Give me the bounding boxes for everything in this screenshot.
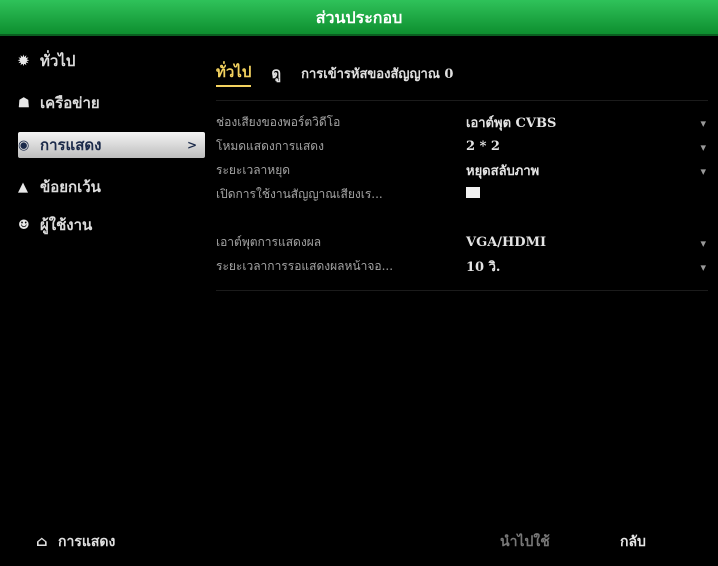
sidebar-item-label: ข้อยกเว้น — [40, 178, 101, 196]
home-label: การแสดง — [58, 534, 116, 550]
checkbox-wrapper — [466, 186, 686, 202]
home-icon: ⌂ — [36, 534, 48, 550]
chevron-right-icon: > — [186, 138, 197, 152]
setting-label: ระยะเวลาการรอแสดงผลหน้าจอ... — [216, 258, 394, 273]
setting-label: ช่องเสียงของพอร์ตวิดีโอ — [216, 114, 341, 129]
setting-screen-wait: ระยะเวลาการรอแสดงผลหน้าจอ... 10 วิ. ▾ — [216, 254, 708, 278]
users-icon: ☻ — [18, 217, 30, 233]
warning-icon: ▲ — [18, 179, 28, 195]
sidebar-item-label: การแสดง — [40, 136, 102, 154]
setting-label: โหมดแสดงการแสดง — [216, 138, 324, 153]
footer-bar: ⌂ การแสดง นำไปใช้ กลับ — [0, 525, 718, 555]
dropdown-arrow-icon[interactable]: ▾ — [700, 117, 706, 130]
back-button[interactable]: กลับ — [620, 531, 646, 553]
window-title: ส่วนประกอบ — [315, 8, 403, 27]
home-button[interactable]: ⌂ การแสดง — [36, 531, 115, 553]
setting-video-output: ช่องเสียงของพอร์ตวิดีโอ เอาต์พุต CVBS ▾ — [216, 110, 708, 134]
setting-display-mode: โหมดแสดงการแสดง 2 * 2 ▾ — [216, 134, 708, 158]
title-bar: ส่วนประกอบ — [0, 0, 718, 36]
sidebar-item-label: ทั่วไป — [40, 52, 76, 70]
dropdown-arrow-icon[interactable]: ▾ — [700, 165, 706, 178]
setting-label: เปิดการใช้งานสัญญาณเสียงเร... — [216, 186, 383, 201]
tab-view[interactable]: ดู — [271, 61, 281, 85]
sidebar-item-label: เครือข่าย — [40, 94, 100, 112]
pause-interval-select[interactable]: หยุดสลับภาพ — [466, 160, 686, 181]
setting-display-output: เอาต์พุตการแสดงผล VGA/HDMI ▾ — [216, 230, 708, 254]
gear-icon: ✹ — [18, 53, 29, 69]
eye-icon: ◉ — [18, 137, 30, 153]
video-output-select[interactable]: เอาต์พุต CVBS — [466, 112, 686, 133]
tab-general[interactable]: ทั่วไป — [216, 60, 252, 87]
setting-audio-enable: เปิดการใช้งานสัญญาณเสียงเร... — [216, 182, 708, 206]
divider — [216, 100, 708, 101]
dropdown-arrow-icon[interactable]: ▾ — [700, 237, 706, 250]
dropdown-arrow-icon[interactable]: ▾ — [700, 141, 706, 154]
sidebar-item-network[interactable]: ☗ เครือข่าย — [18, 90, 203, 116]
sidebar-item-users[interactable]: ☻ ผู้ใช้งาน — [18, 212, 203, 238]
tab-bar: ทั่วไป ดู การเข้ารหัสของสัญญาณ 0 — [216, 60, 473, 87]
dropdown-arrow-icon[interactable]: ▾ — [700, 261, 706, 274]
sidebar-item-display[interactable]: ◉ การแสดง > — [18, 132, 205, 158]
display-mode-select[interactable]: 2 * 2 — [466, 139, 686, 154]
display-output-select[interactable]: VGA/HDMI — [466, 235, 686, 250]
tab-signal-encoding[interactable]: การเข้ารหัสของสัญญาณ 0 — [301, 63, 453, 84]
setting-label: ระยะเวลาหยุด — [216, 162, 291, 177]
network-icon: ☗ — [18, 95, 30, 111]
divider — [216, 290, 708, 291]
setting-label: เอาต์พุตการแสดงผล — [216, 234, 322, 249]
sidebar-item-label: ผู้ใช้งาน — [40, 216, 93, 234]
audio-enable-checkbox[interactable] — [466, 186, 480, 198]
sidebar-item-general[interactable]: ✹ ทั่วไป — [18, 48, 203, 74]
apply-button[interactable]: นำไปใช้ — [500, 531, 550, 553]
setting-pause-interval: ระยะเวลาหยุด หยุดสลับภาพ ▾ — [216, 158, 708, 182]
screen-wait-select[interactable]: 10 วิ. — [466, 256, 686, 277]
sidebar: ✹ ทั่วไป ☗ เครือข่าย ◉ การแสดง > ▲ ข้อยก… — [0, 40, 205, 510]
sidebar-item-exceptions[interactable]: ▲ ข้อยกเว้น — [18, 174, 203, 200]
